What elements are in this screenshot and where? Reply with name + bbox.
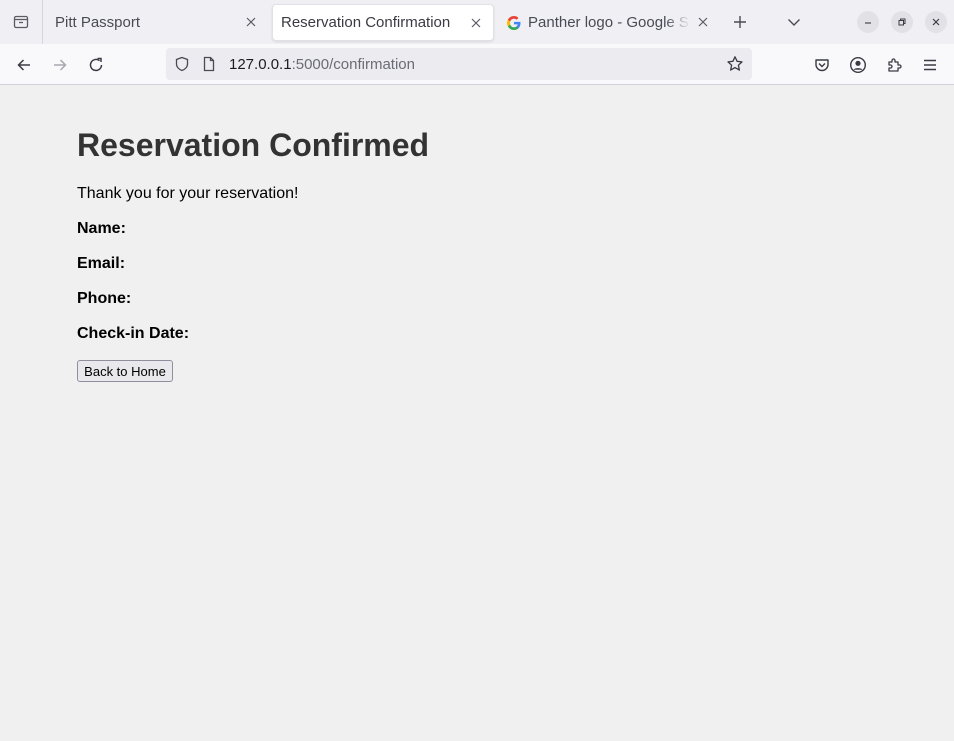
close-icon: [471, 18, 481, 28]
page-title: Reservation Confirmed: [77, 127, 430, 163]
address-bar[interactable]: 127.0.0.1:5000/confirmation: [166, 48, 752, 80]
firefox-view-button[interactable]: [0, 0, 43, 44]
google-icon: [507, 15, 521, 30]
account-button[interactable]: [843, 50, 873, 80]
menu-button[interactable]: [915, 50, 945, 80]
list-all-tabs-button[interactable]: [780, 8, 808, 36]
page-icon[interactable]: [200, 55, 218, 73]
url-text[interactable]: 127.0.0.1:5000/confirmation: [229, 56, 415, 73]
chevron-down-icon: [788, 19, 800, 26]
restore-button[interactable]: [891, 11, 913, 33]
pocket-button[interactable]: [807, 50, 837, 80]
hamburger-menu-icon: [924, 59, 936, 71]
restore-icon: [898, 18, 906, 26]
back-button[interactable]: [9, 50, 39, 80]
checkin-date-label: Check-in Date:: [77, 325, 190, 342]
page-content: Reservation Confirmed Thank you for your…: [0, 85, 954, 741]
url-host: 127.0.0.1: [229, 56, 292, 73]
email-label: Email:: [77, 255, 126, 272]
arrow-left-icon: [17, 59, 30, 71]
bookmark-star-icon[interactable]: [726, 55, 744, 73]
close-icon: [932, 18, 940, 26]
minimize-icon: [865, 22, 871, 24]
tab-pitt-passport[interactable]: Pitt Passport: [44, 4, 268, 41]
close-window-button[interactable]: [925, 11, 947, 33]
reload-icon: [89, 57, 103, 72]
url-path: :5000/confirmation: [291, 56, 415, 73]
name-label: Name:: [77, 220, 126, 237]
account-icon: [849, 56, 867, 74]
forward-button[interactable]: [45, 50, 75, 80]
tab-title: Panther logo - Google Search: [528, 14, 690, 31]
tab-title: Reservation Confirmation: [281, 14, 451, 31]
puzzle-icon: [888, 58, 902, 72]
pocket-icon: [815, 59, 829, 72]
shield-icon[interactable]: [173, 55, 191, 73]
tab-panther-logo-search[interactable]: Panther logo - Google Search: [496, 4, 720, 41]
back-to-home-button[interactable]: Back to Home: [77, 360, 173, 382]
phone-label: Phone:: [77, 290, 132, 307]
tab-close-button[interactable]: [467, 14, 485, 32]
tab-close-button[interactable]: [694, 13, 712, 31]
new-tab-button[interactable]: [726, 8, 754, 36]
arrow-right-icon: [54, 59, 67, 71]
thank-you-message: Thank you for your reservation!: [77, 185, 299, 202]
navigation-toolbar: 127.0.0.1:5000/confirmation: [0, 44, 954, 85]
extensions-button[interactable]: [879, 50, 909, 80]
plus-icon: [734, 16, 746, 28]
tab-strip: Pitt Passport Reservation Confirmation P…: [0, 0, 954, 44]
tab-title: Pitt Passport: [55, 14, 141, 31]
minimize-button[interactable]: [857, 11, 879, 33]
close-icon: [698, 17, 708, 27]
tab-reservation-confirmation[interactable]: Reservation Confirmation: [272, 4, 494, 41]
close-icon: [246, 17, 256, 27]
firefox-view-icon: [13, 15, 29, 29]
reload-button[interactable]: [81, 50, 111, 80]
tab-close-button[interactable]: [242, 13, 260, 31]
